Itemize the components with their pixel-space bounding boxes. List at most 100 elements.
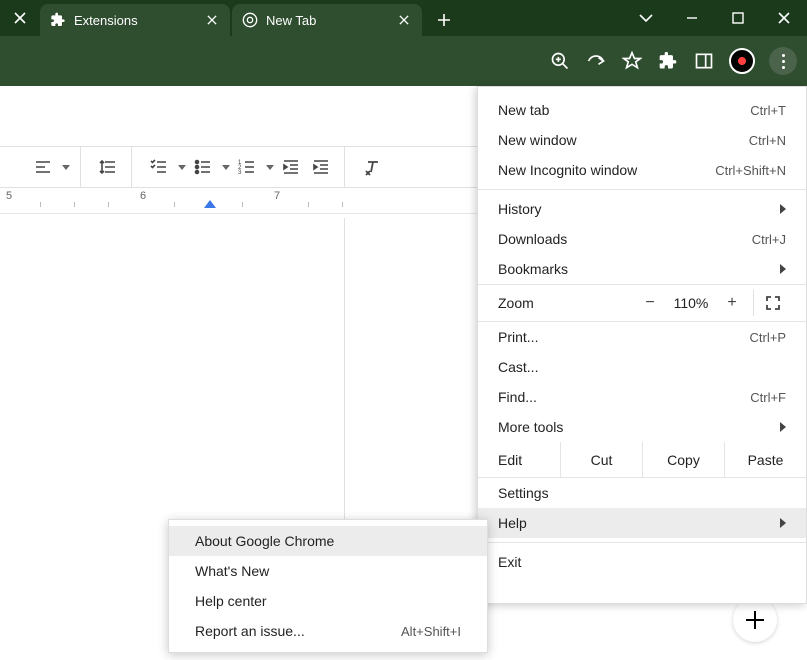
help-submenu: About Google Chrome What's New Help cent…	[168, 519, 488, 653]
menu-new-window[interactable]: New window Ctrl+N	[478, 125, 806, 155]
menu-shortcut: Ctrl+T	[750, 103, 786, 118]
share-icon[interactable]	[585, 50, 607, 72]
edit-paste-button[interactable]: Paste	[724, 442, 806, 477]
menu-label: New tab	[498, 102, 549, 118]
menu-label: Report an issue...	[195, 623, 305, 639]
menu-label: New Incognito window	[498, 162, 637, 178]
indent-marker-icon[interactable]	[204, 200, 216, 212]
submenu-arrow-icon	[780, 264, 786, 274]
menu-shortcut: Ctrl+Shift+N	[715, 163, 786, 178]
menu-zoom-row: Zoom − 110% +	[478, 284, 806, 322]
zoom-indicator-icon[interactable]	[549, 50, 571, 72]
menu-bookmarks[interactable]: Bookmarks	[478, 254, 806, 284]
close-window-button[interactable]	[761, 0, 807, 36]
menu-shortcut: Ctrl+P	[750, 330, 786, 345]
menu-label: Edit	[478, 442, 560, 477]
clear-formatting-button[interactable]	[359, 154, 385, 180]
menu-shortcut: Ctrl+N	[749, 133, 786, 148]
help-whats-new[interactable]: What's New	[169, 556, 487, 586]
menu-new-tab[interactable]: New tab Ctrl+T	[478, 95, 806, 125]
tab-title: New Tab	[266, 13, 316, 28]
menu-label: Cast...	[498, 359, 538, 375]
menu-cast[interactable]: Cast...	[478, 352, 806, 382]
menu-label: About Google Chrome	[195, 533, 334, 549]
menu-find[interactable]: Find... Ctrl+F	[478, 382, 806, 412]
window-controls	[623, 0, 807, 36]
help-report-issue[interactable]: Report an issue... Alt+Shift+I	[169, 616, 487, 646]
dropdown-arrow-icon	[266, 165, 274, 170]
zoom-value: 110%	[665, 295, 717, 311]
ruler-number: 7	[274, 190, 280, 202]
svg-text:3: 3	[238, 170, 242, 176]
menu-label: Downloads	[498, 231, 567, 247]
dropdown-arrow-icon	[222, 165, 230, 170]
browser-toolbar	[0, 36, 807, 86]
align-button[interactable]	[30, 154, 56, 180]
bookmark-star-icon[interactable]	[621, 50, 643, 72]
submenu-arrow-icon	[780, 204, 786, 214]
menu-history[interactable]: History	[478, 194, 806, 224]
close-icon[interactable]	[396, 12, 412, 28]
dropdown-arrow-icon	[62, 165, 70, 170]
menu-settings[interactable]: Settings	[478, 478, 806, 508]
maximize-button[interactable]	[715, 0, 761, 36]
menu-label: Help center	[195, 593, 267, 609]
menu-more-tools[interactable]: More tools	[478, 412, 806, 442]
profile-avatar[interactable]	[729, 48, 755, 74]
puzzle-icon	[50, 12, 66, 28]
menu-label: Print...	[498, 329, 538, 345]
tab-search-button[interactable]	[623, 0, 669, 36]
menu-incognito[interactable]: New Incognito window Ctrl+Shift+N	[478, 155, 806, 185]
close-tab-left-icon[interactable]	[0, 0, 40, 36]
help-about[interactable]: About Google Chrome	[169, 526, 487, 556]
minimize-button[interactable]	[669, 0, 715, 36]
menu-help[interactable]: Help	[478, 508, 806, 538]
line-spacing-button[interactable]	[95, 154, 121, 180]
menu-shortcut: Ctrl+F	[750, 390, 786, 405]
chrome-icon	[242, 12, 258, 28]
tab-title: Extensions	[74, 13, 138, 28]
menu-edit-row: Edit Cut Copy Paste	[478, 442, 806, 478]
menu-shortcut: Alt+Shift+I	[401, 624, 461, 639]
zoom-in-button[interactable]: +	[717, 294, 747, 312]
menu-label: Help	[498, 515, 527, 531]
menu-label: Bookmarks	[498, 261, 568, 277]
increase-indent-button[interactable]	[308, 154, 334, 180]
submenu-arrow-icon	[780, 518, 786, 528]
menu-label: Find...	[498, 389, 537, 405]
chrome-main-menu: New tab Ctrl+T New window Ctrl+N New Inc…	[477, 86, 807, 604]
menu-label: History	[498, 201, 542, 217]
new-tab-button[interactable]	[430, 6, 458, 34]
side-panel-icon[interactable]	[693, 50, 715, 72]
submenu-arrow-icon	[780, 422, 786, 432]
close-icon[interactable]	[204, 12, 220, 28]
numbered-list-button[interactable]: 123	[234, 154, 260, 180]
zoom-out-button[interactable]: −	[635, 294, 665, 312]
fullscreen-button[interactable]	[760, 295, 786, 311]
tab-strip: Extensions New Tab	[0, 0, 807, 36]
main-menu-button[interactable]	[769, 47, 797, 75]
explore-fab-button[interactable]	[733, 598, 777, 642]
menu-label: Settings	[498, 485, 549, 501]
menu-exit[interactable]: Exit	[478, 547, 806, 577]
edit-copy-button[interactable]: Copy	[642, 442, 724, 477]
decrease-indent-button[interactable]	[278, 154, 304, 180]
menu-shortcut: Ctrl+J	[752, 232, 786, 247]
edit-cut-button[interactable]: Cut	[560, 442, 642, 477]
ruler-number: 6	[140, 190, 146, 202]
menu-print[interactable]: Print... Ctrl+P	[478, 322, 806, 352]
dropdown-arrow-icon	[178, 165, 186, 170]
tab-new-tab[interactable]: New Tab	[232, 4, 422, 36]
help-help-center[interactable]: Help center	[169, 586, 487, 616]
menu-label: Zoom	[498, 295, 635, 311]
tab-extensions[interactable]: Extensions	[40, 4, 230, 36]
bulleted-list-button[interactable]	[190, 154, 216, 180]
menu-label: Exit	[498, 554, 521, 570]
menu-label: More tools	[498, 419, 563, 435]
menu-downloads[interactable]: Downloads Ctrl+J	[478, 224, 806, 254]
checklist-button[interactable]	[146, 154, 172, 180]
menu-label: New window	[498, 132, 577, 148]
extensions-icon[interactable]	[657, 50, 679, 72]
ruler-number: 5	[6, 190, 12, 202]
menu-label: What's New	[195, 563, 269, 579]
